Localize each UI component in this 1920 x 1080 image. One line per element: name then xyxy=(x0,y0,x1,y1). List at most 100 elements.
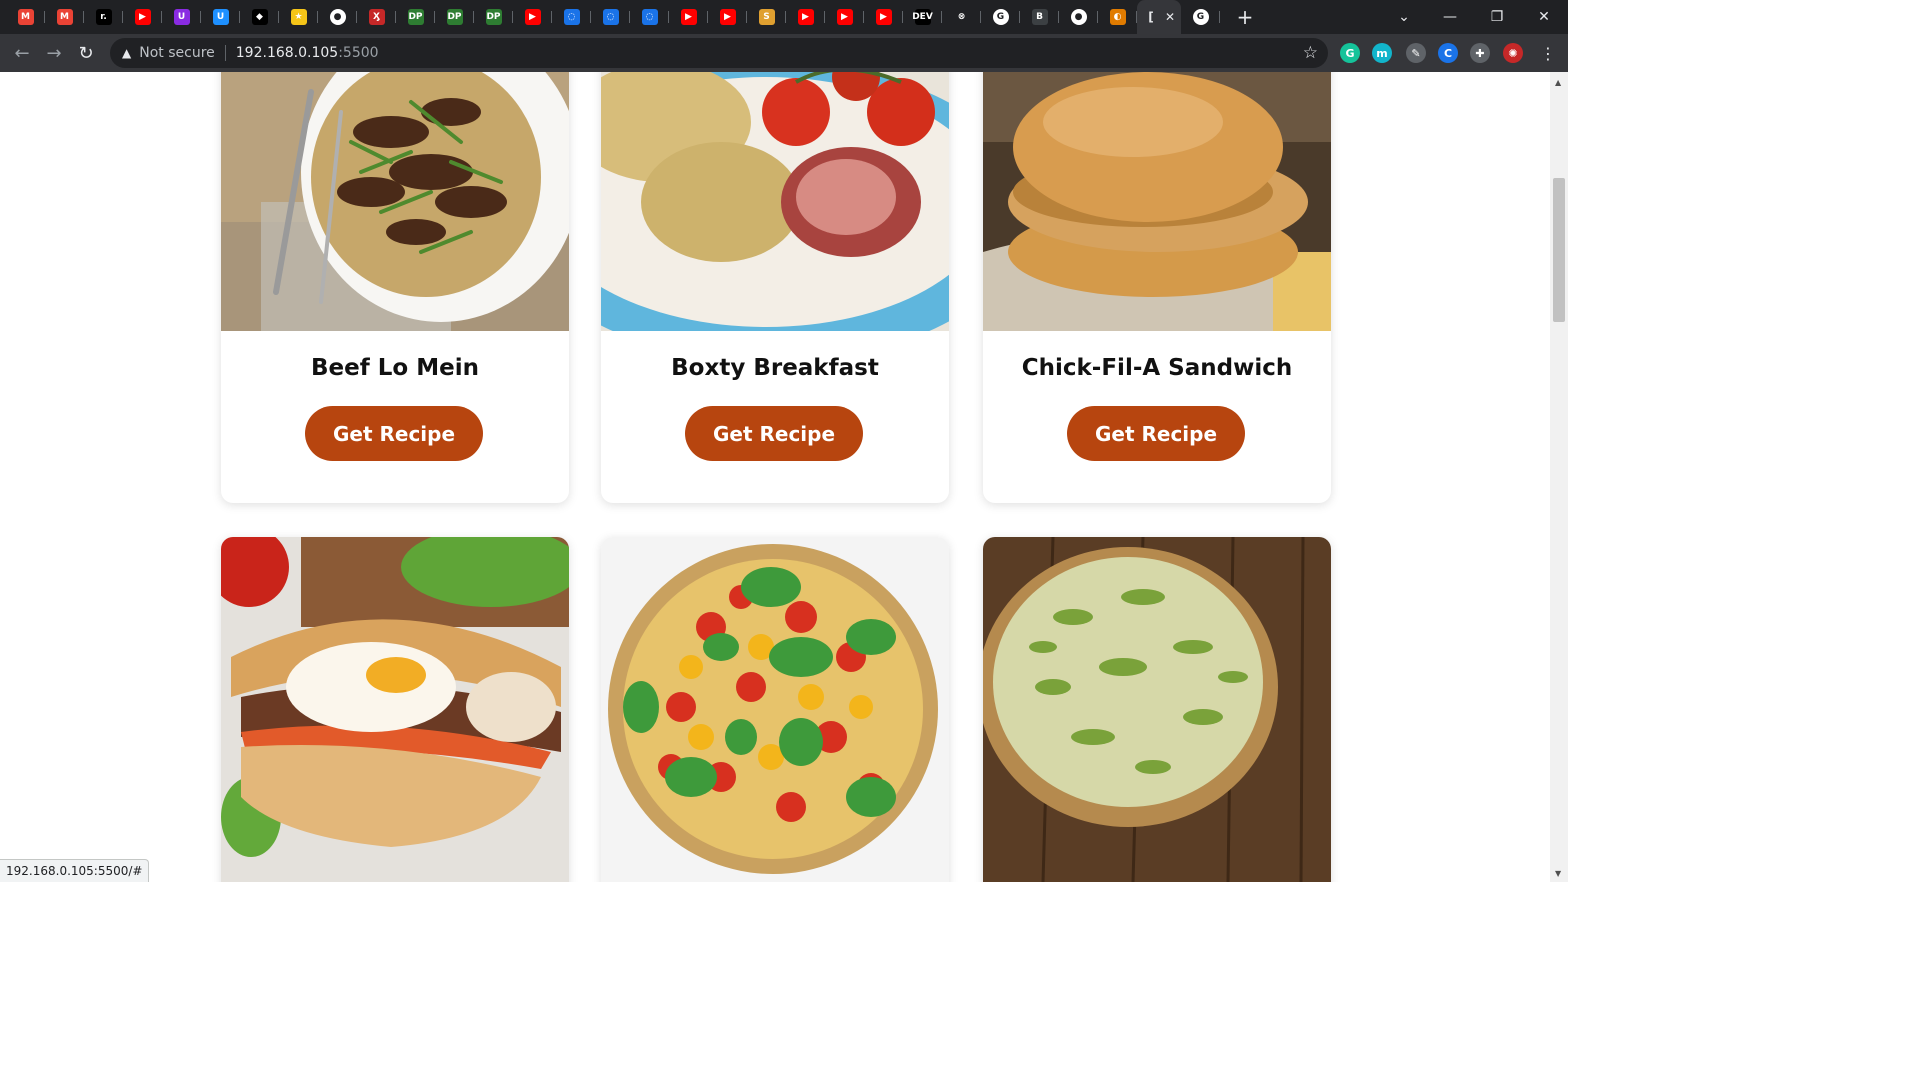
youtube-icon: ▶ xyxy=(524,9,541,25)
browser-tab[interactable]: G xyxy=(981,0,1020,34)
bookmark-star-icon[interactable]: ☆ xyxy=(1303,43,1318,63)
address-divider xyxy=(224,45,226,61)
scroll-down-icon[interactable]: ▼ xyxy=(1555,869,1561,878)
app-icon: U xyxy=(173,9,190,25)
recipe-card xyxy=(983,537,1331,882)
active-tab-icon: [ xyxy=(1148,10,1154,24)
recipe-card xyxy=(221,537,569,882)
browser-toolbar: ← → ↻ ▲ Not secure 192.168.0.105:5500 ☆ xyxy=(0,34,1568,72)
url-port[interactable]: :5500 xyxy=(338,45,378,61)
tab-strip: M Mr. ▶ U U ◆ ★ ● Ӽ DP DP DP ▶ ◌ ◌ ◌ ▶ ▶ S ▶ ▶ ▶ DEV ⊗ G B ● ◐ [ ✕ … xyxy=(0,0,1568,34)
recipe-image-leek-quiche xyxy=(983,537,1331,882)
app-icon: ⊗ xyxy=(953,9,970,25)
tab-close-icon[interactable]: ✕ xyxy=(1165,10,1175,24)
browser-tab[interactable]: ▶ xyxy=(513,0,552,34)
security-label[interactable]: Not secure xyxy=(139,45,215,61)
pen-icon[interactable]: ✎ xyxy=(1406,43,1426,63)
page-scrollbar[interactable]: ▲ ▼ xyxy=(1550,72,1568,882)
recipe-card: Boxty Breakfast Get Recipe xyxy=(601,72,949,503)
loading-icon: ◌ xyxy=(602,9,619,25)
warning-icon[interactable]: ▲ xyxy=(122,46,131,60)
new-tab-button[interactable]: + xyxy=(1228,5,1262,29)
browser-tab[interactable]: ⊗ xyxy=(942,0,981,34)
youtube-icon: ▶ xyxy=(797,9,814,25)
google-icon: G xyxy=(1192,9,1209,25)
browser-tab[interactable]: ◌ xyxy=(630,0,669,34)
recipe-card: Beef Lo Mein Get Recipe xyxy=(221,72,569,503)
address-bar[interactable]: ▲ Not secure 192.168.0.105:5500 ☆ xyxy=(110,38,1328,68)
youtube-icon: ▶ xyxy=(875,9,892,25)
browser-tab[interactable]: ◆ xyxy=(240,0,279,34)
browser-tab[interactable]: r. xyxy=(84,0,123,34)
browser-tab[interactable]: ◌ xyxy=(591,0,630,34)
browser-tab[interactable]: ● xyxy=(1059,0,1098,34)
app-icon: B xyxy=(1031,9,1048,25)
app-icon: ◆ xyxy=(251,9,268,25)
browser-tab[interactable]: S xyxy=(747,0,786,34)
minimize-button[interactable]: — xyxy=(1427,0,1473,34)
browser-tab[interactable]: DP xyxy=(396,0,435,34)
github-icon: ● xyxy=(1070,9,1087,25)
browser-tab[interactable]: ▶ xyxy=(669,0,708,34)
browser-tab[interactable]: ▶ xyxy=(786,0,825,34)
recipe-card: Chick-Fil-A Sandwich Get Recipe xyxy=(983,72,1331,503)
browser-tab[interactable]: G xyxy=(1181,0,1220,34)
grammarly-icon[interactable]: G xyxy=(1340,43,1360,63)
loading-icon: ◌ xyxy=(563,9,580,25)
browser-tab[interactable]: ▶ xyxy=(123,0,162,34)
browser-tab[interactable]: ● xyxy=(318,0,357,34)
scroll-up-icon[interactable]: ▲ xyxy=(1555,78,1561,87)
youtube-icon: ▶ xyxy=(134,9,151,25)
forward-button[interactable]: → xyxy=(38,37,70,69)
youtube-icon: ▶ xyxy=(680,9,697,25)
recipe-image-boxty-breakfast xyxy=(601,72,949,331)
back-button[interactable]: ← xyxy=(6,37,38,69)
loading-icon: ◌ xyxy=(641,9,658,25)
app-icon: Ӽ xyxy=(368,9,385,25)
get-recipe-button[interactable]: Get Recipe xyxy=(1067,406,1245,461)
tab-search-icon[interactable]: ⌄ xyxy=(1381,0,1427,34)
url-host[interactable]: 192.168.0.105 xyxy=(236,45,338,61)
browser-tab[interactable]: M xyxy=(45,0,84,34)
browser-tab[interactable]: U xyxy=(201,0,240,34)
youtube-icon: ▶ xyxy=(836,9,853,25)
get-recipe-button[interactable]: Get Recipe xyxy=(305,406,483,461)
google-icon: G xyxy=(992,9,1009,25)
browser-tab[interactable]: M xyxy=(6,0,45,34)
browser-tab[interactable]: ★ xyxy=(279,0,318,34)
extension-c-icon[interactable]: C xyxy=(1438,43,1458,63)
get-recipe-button[interactable]: Get Recipe xyxy=(685,406,863,461)
close-window-button[interactable]: ✕ xyxy=(1521,0,1567,34)
browser-tab[interactable]: ◌ xyxy=(552,0,591,34)
recipe-image-tomato-tart xyxy=(601,537,949,882)
browser-tab[interactable]: Ӽ xyxy=(357,0,396,34)
menu-kebab-icon[interactable]: ⋮ xyxy=(1540,44,1556,63)
profile-avatar-icon[interactable]: ✺ xyxy=(1503,43,1523,63)
browser-tab[interactable]: ◐ xyxy=(1098,0,1137,34)
browser-tab[interactable]: ▶ xyxy=(825,0,864,34)
extension-m-icon[interactable]: m xyxy=(1372,43,1392,63)
tab-separator xyxy=(1219,11,1220,23)
browser-tab[interactable]: B xyxy=(1020,0,1059,34)
browser-tab[interactable]: ▶ xyxy=(864,0,903,34)
recipe-title: Beef Lo Mein xyxy=(311,355,479,381)
reload-button[interactable]: ↻ xyxy=(70,37,102,69)
browser-tab[interactable]: U xyxy=(162,0,201,34)
app-icon: ★ xyxy=(290,9,307,25)
puzzle-icon[interactable]: ✚ xyxy=(1470,43,1490,63)
tab-list: M Mr. ▶ U U ◆ ★ ● Ӽ DP DP DP ▶ ◌ ◌ ◌ ▶ ▶ S ▶ ▶ ▶ DEV ⊗ G B ● ◐ xyxy=(0,0,1137,34)
browser-tab[interactable]: ▶ xyxy=(708,0,747,34)
tab-active[interactable]: [ ✕ xyxy=(1137,0,1181,34)
gmail-icon: M xyxy=(56,9,73,25)
restore-button[interactable]: ❐ xyxy=(1474,0,1520,34)
app-icon: DP xyxy=(407,9,424,25)
recipe-image-steak-sandwich xyxy=(221,537,569,882)
browser-tab[interactable]: DP xyxy=(474,0,513,34)
scrollbar-thumb[interactable] xyxy=(1553,178,1565,322)
browser-tab[interactable]: DP xyxy=(435,0,474,34)
recipe-card xyxy=(601,537,949,882)
app-icon: U xyxy=(212,9,229,25)
browser-tab[interactable]: DEV xyxy=(903,0,942,34)
page-viewport: Beef Lo Mein Get Recipe Boxty Breakfast … xyxy=(0,72,1550,882)
status-url-bubble: 192.168.0.105:5500/# xyxy=(0,859,150,882)
